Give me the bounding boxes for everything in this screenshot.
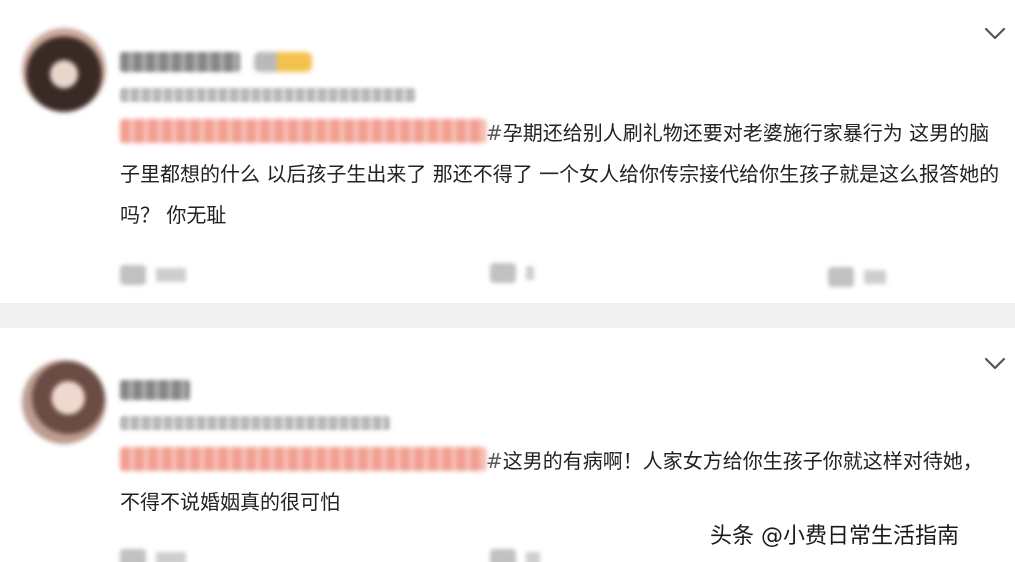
comment-action[interactable] <box>120 548 186 562</box>
username-blurred[interactable] <box>120 52 240 72</box>
comment-text: #孕期还给别人刷礼物还要对老婆施行家暴行为 这男的脑子里都想的什么 以后孩子生出… <box>120 113 1000 236</box>
comment-meta-blurred <box>120 88 416 102</box>
comment-action[interactable] <box>120 264 186 286</box>
comment-body: 这男的有病啊！人家女方给你生孩子你就这样对待她，不得不说婚姻真的很可怕 <box>120 449 983 514</box>
comment-meta-blurred <box>120 416 390 430</box>
thumbs-up-icon <box>828 267 854 287</box>
comment-feed: #孕期还给别人刷礼物还要对老婆施行家暴行为 这男的脑子里都想的什么 以后孩子生出… <box>0 0 1015 562</box>
repost-action[interactable] <box>490 548 540 562</box>
comment-icon <box>120 549 146 562</box>
avatar[interactable] <box>22 360 106 444</box>
hashtag-mark: # <box>486 449 503 473</box>
repost-icon <box>490 263 516 283</box>
separator <box>0 303 1015 328</box>
more-options-chevron-down-icon[interactable] <box>981 350 1009 378</box>
comment-icon <box>120 265 146 285</box>
avatar[interactable] <box>22 28 106 112</box>
repost-action[interactable] <box>490 262 534 284</box>
comment-body: 孕期还给别人刷礼物还要对老婆施行家暴行为 这男的脑子里都想的什么 以后孩子生出来… <box>120 121 1000 227</box>
hashtag-mark: # <box>486 121 503 145</box>
watermark: 头条 @小费日常生活指南 <box>710 524 959 549</box>
like-action[interactable] <box>828 266 886 288</box>
repost-icon <box>490 549 516 562</box>
comment-text: #这男的有病啊！人家女方给你生孩子你就这样对待她，不得不说婚姻真的很可怕 <box>120 441 1000 523</box>
username-blurred[interactable] <box>120 380 190 400</box>
comment-card: #孕期还给别人刷礼物还要对老婆施行家暴行为 这男的脑子里都想的什么 以后孩子生出… <box>0 0 1015 303</box>
more-options-chevron-down-icon[interactable] <box>981 20 1009 48</box>
user-badge-blurred <box>254 52 312 72</box>
